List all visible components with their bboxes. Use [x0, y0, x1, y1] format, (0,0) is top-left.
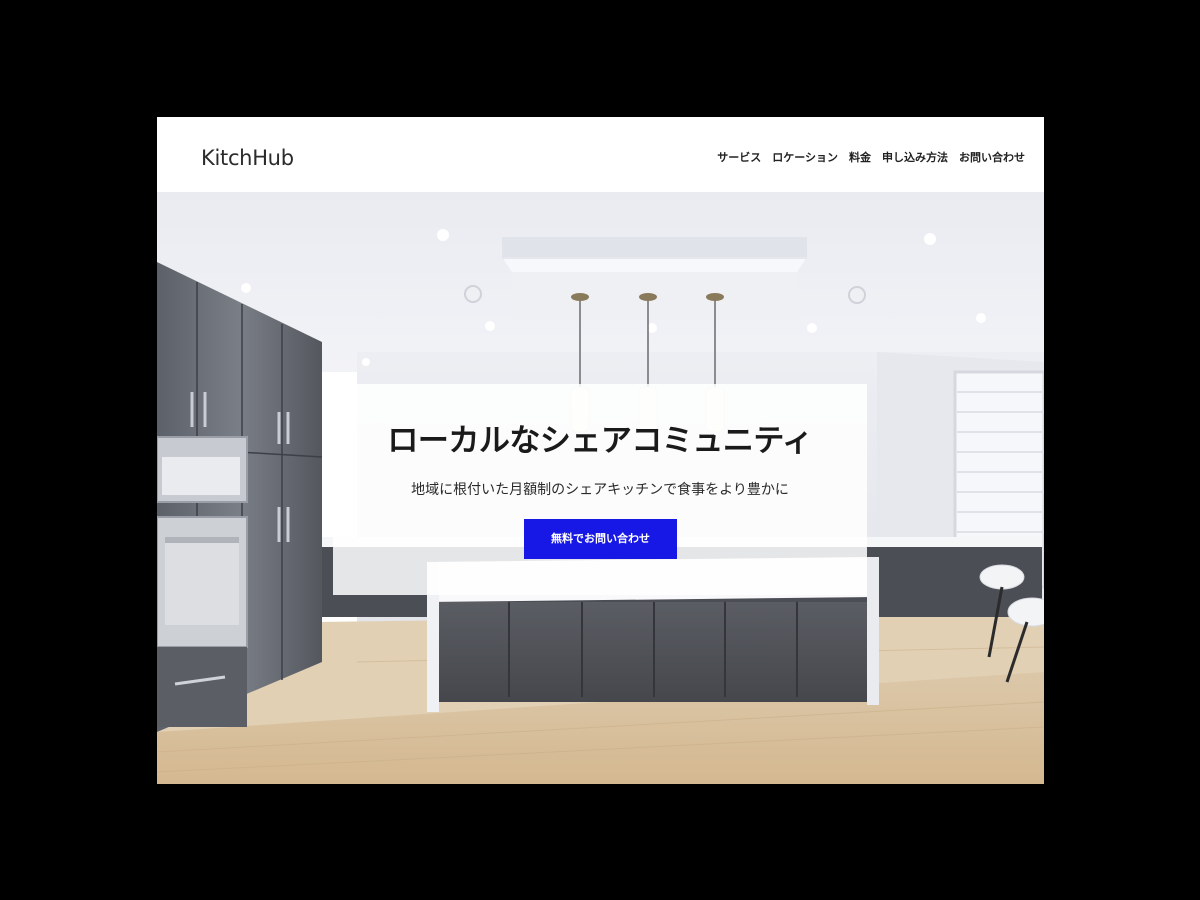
nav-link-service[interactable]: サービス [717, 151, 761, 165]
site-logo[interactable]: KitchHub [201, 145, 294, 171]
hero-section: ローカルなシェアコミュニティ 地域に根付いた月額制のシェアキッチンで食事をより豊… [157, 192, 1044, 784]
site-header: KitchHub サービス ロケーション 料金 申し込み方法 お問い合わせ [157, 117, 1044, 192]
landing-page: KitchHub サービス ロケーション 料金 申し込み方法 お問い合わせ ロー… [157, 117, 1044, 784]
contact-free-button[interactable]: 無料でお問い合わせ [524, 519, 677, 559]
nav-link-how-to-apply[interactable]: 申し込み方法 [882, 151, 948, 165]
hero-overlay-card: ローカルなシェアコミュニティ 地域に根付いた月額制のシェアキッチンで食事をより豊… [333, 384, 867, 595]
hero-headline: ローカルなシェアコミュニティ [387, 423, 813, 459]
nav-link-pricing[interactable]: 料金 [849, 151, 871, 165]
nav-link-contact[interactable]: お問い合わせ [959, 151, 1025, 165]
hero-subheadline: 地域に根付いた月額制のシェアキッチンで食事をより豊かに [411, 482, 789, 498]
nav-link-location[interactable]: ロケーション [772, 151, 838, 165]
main-nav: サービス ロケーション 料金 申し込み方法 お問い合わせ [717, 151, 1025, 165]
